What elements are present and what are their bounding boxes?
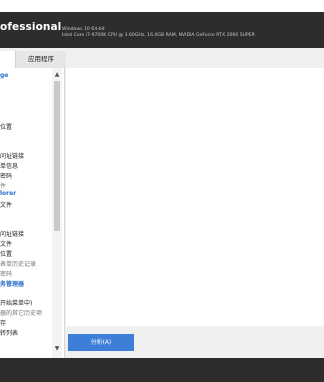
option-item-4[interactable]: 单信息 bbox=[0, 161, 18, 170]
option-item-8[interactable]: 文件 bbox=[0, 200, 12, 209]
option-item-17[interactable]: 存 bbox=[0, 318, 6, 327]
option-item-1[interactable]: ge bbox=[0, 72, 8, 79]
scroll-down-icon[interactable]: ▼ bbox=[52, 344, 62, 354]
option-item-2[interactable]: 位置 bbox=[0, 122, 12, 131]
app-title: ofessional bbox=[0, 21, 62, 33]
option-item-18[interactable]: 转列表 bbox=[0, 328, 18, 337]
option-item-5[interactable]: 密码 bbox=[0, 171, 12, 180]
analyze-button[interactable]: 分析(A) bbox=[68, 334, 134, 351]
app-header: ofessional Windows 10 64-bit Intel Core … bbox=[0, 12, 324, 48]
option-item-15[interactable]: 开始菜单中) bbox=[0, 298, 32, 307]
tab-applications[interactable]: 应用程序 bbox=[16, 51, 66, 68]
option-item-9[interactable]: 问址链接 bbox=[0, 229, 24, 238]
options-scrollbar[interactable]: ▲ ▼ bbox=[52, 68, 62, 358]
tab-bar: 应用程序 bbox=[0, 48, 324, 68]
app-footer bbox=[0, 358, 324, 382]
tab-windows[interactable] bbox=[0, 51, 16, 68]
scroll-up-icon[interactable]: ▲ bbox=[52, 70, 62, 80]
option-item-12[interactable]: 表单历史记录 bbox=[0, 259, 36, 268]
option-item-13[interactable]: 密码 bbox=[0, 269, 12, 278]
option-item-3[interactable]: 问址链接 bbox=[0, 151, 24, 160]
scrollbar-thumb[interactable] bbox=[54, 81, 60, 231]
option-item-7[interactable]: lorer bbox=[0, 190, 16, 197]
option-item-16[interactable]: 器的其它历史项 bbox=[0, 308, 42, 317]
system-info-hardware: Intel Core i7-9700K CPU @ 3.60GHz, 16.0G… bbox=[62, 33, 255, 38]
option-item-11[interactable]: 位置 bbox=[0, 249, 12, 258]
option-item-14[interactable]: 务管理器 bbox=[0, 279, 24, 288]
option-item-6[interactable]: 件 bbox=[0, 181, 6, 190]
results-area bbox=[66, 68, 324, 326]
system-info: Windows 10 64-bit Intel Core i7-9700K CP… bbox=[62, 27, 255, 39]
option-item-10[interactable]: 文件 bbox=[0, 239, 12, 248]
